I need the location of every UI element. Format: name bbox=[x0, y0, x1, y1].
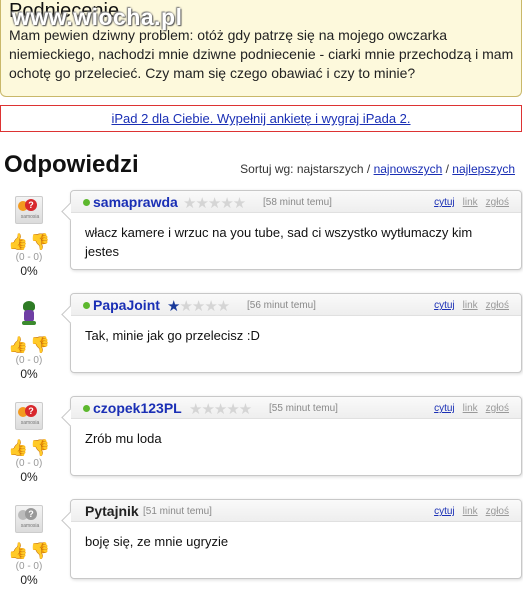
samosia-icon[interactable]: ? samosia bbox=[15, 196, 43, 224]
cite-link[interactable]: cytuj bbox=[434, 197, 455, 208]
sort-label: Sortuj wg: bbox=[240, 162, 294, 176]
permalink[interactable]: link bbox=[463, 300, 478, 311]
username: Pytajnik bbox=[85, 503, 139, 519]
sort-separator: / bbox=[363, 162, 374, 176]
answer-item: ? samosia 👍 👎 (0 - 0) 0% Pytajnik [51 min… bbox=[0, 499, 523, 591]
answer-header: PapaJoint ★★★★★ [56 minut temu] cytuj lin… bbox=[71, 294, 521, 316]
vote-buttons: 👍 👎 bbox=[8, 541, 50, 561]
answer-time: [55 minut temu] bbox=[269, 403, 338, 414]
thumb-down-icon[interactable]: 👎 bbox=[30, 232, 50, 252]
answer-header: samaprawda ★★★★★ [58 minut temu] cytuj li… bbox=[71, 191, 521, 213]
rating-stars-icon: ★★★★★ bbox=[189, 401, 252, 418]
answer-item: ? samosia 👍 👎 (0 - 0) 0% czopek123PL ★★★★… bbox=[0, 396, 523, 496]
samosia-gray-icon[interactable]: ? samosia bbox=[15, 505, 43, 533]
rating-stars-icon: ★★★★★ bbox=[183, 195, 246, 212]
answer-text: boję się, ze mnie ugryzie bbox=[85, 534, 229, 549]
ad-link[interactable]: iPad 2 dla Ciebie. Wypełnij ankietę i wy… bbox=[111, 111, 410, 126]
report-link[interactable]: zgłoś bbox=[486, 403, 509, 414]
pot-character-icon[interactable] bbox=[15, 299, 43, 327]
answer-time: [58 minut temu] bbox=[263, 197, 332, 208]
thumb-down-icon[interactable]: 👎 bbox=[30, 335, 50, 355]
report-link[interactable]: zgłoś bbox=[486, 197, 509, 208]
username-link[interactable]: PapaJoint bbox=[93, 297, 160, 313]
cite-link[interactable]: cytuj bbox=[434, 403, 455, 414]
vote-buttons: 👍 👎 bbox=[8, 438, 50, 458]
answer-text: Tak, minie jak go przelecisz :D bbox=[85, 328, 260, 343]
report-link[interactable]: zgłoś bbox=[486, 506, 509, 517]
cite-link[interactable]: cytuj bbox=[434, 300, 455, 311]
answer-text: włacz kamere i wrzuc na you tube, sad ci… bbox=[85, 225, 473, 259]
username-link[interactable]: samaprawda bbox=[93, 194, 178, 210]
vote-buttons: 👍 👎 bbox=[8, 232, 50, 252]
thumb-up-icon[interactable]: 👍 bbox=[8, 541, 28, 561]
answer-actions: cytuj link zgłoś bbox=[426, 300, 509, 311]
cite-link[interactable]: cytuj bbox=[434, 506, 455, 517]
online-status-icon bbox=[83, 405, 90, 412]
answer-actions: cytuj link zgłoś bbox=[426, 506, 509, 517]
answer-card: PapaJoint ★★★★★ [56 minut temu] cytuj lin… bbox=[70, 293, 522, 373]
answer-time: [56 minut temu] bbox=[247, 300, 316, 311]
sort-newest-link[interactable]: najnowszych bbox=[374, 162, 443, 176]
vote-percent: 0% bbox=[20, 470, 38, 484]
answer-card: samaprawda ★★★★★ [58 minut temu] cytuj li… bbox=[70, 190, 522, 270]
answer-header: Pytajnik [51 minut temu] cytuj link zgłoś bbox=[71, 500, 521, 522]
sort-oldest: najstarszych bbox=[296, 162, 364, 176]
vote-count: (0 - 0) bbox=[15, 355, 43, 366]
sort-separator: / bbox=[442, 162, 453, 176]
answer-actions: cytuj link zgłoś bbox=[426, 197, 509, 208]
answers-title: Odpowiedzi bbox=[4, 151, 139, 178]
thumb-up-icon[interactable]: 👍 bbox=[8, 335, 28, 355]
answer-time: [51 minut temu] bbox=[143, 506, 212, 517]
answer-text: Zrób mu loda bbox=[85, 431, 162, 446]
username-link[interactable]: czopek123PL bbox=[93, 400, 182, 416]
answer-header: czopek123PL ★★★★★ [55 minut temu] cytuj l… bbox=[71, 397, 521, 419]
online-status-icon bbox=[83, 302, 90, 309]
vote-count: (0 - 0) bbox=[15, 458, 43, 469]
permalink[interactable]: link bbox=[463, 506, 478, 517]
vote-count: (0 - 0) bbox=[15, 561, 43, 572]
rating-stars-icon: ★★★★★ bbox=[167, 298, 230, 315]
vote-count: (0 - 0) bbox=[15, 252, 43, 263]
answer-actions: cytuj link zgłoś bbox=[426, 403, 509, 414]
answer-card: czopek123PL ★★★★★ [55 minut temu] cytuj l… bbox=[70, 396, 522, 476]
vote-percent: 0% bbox=[20, 367, 38, 381]
vote-percent: 0% bbox=[20, 264, 38, 278]
answer-item: 👍 👎 (0 - 0) 0% PapaJoint ★★★★★ [56 minut… bbox=[0, 293, 523, 393]
thumb-down-icon[interactable]: 👎 bbox=[30, 541, 50, 561]
sort-best-link[interactable]: najlepszych bbox=[452, 162, 515, 176]
thumb-up-icon[interactable]: 👍 bbox=[8, 232, 28, 252]
permalink[interactable]: link bbox=[463, 403, 478, 414]
answer-item: ? samosia 👍 👎 (0 - 0) 0% samaprawda ★★★★★… bbox=[0, 190, 523, 290]
thumb-down-icon[interactable]: 👎 bbox=[30, 438, 50, 458]
ad-banner: iPad 2 dla Ciebie. Wypełnij ankietę i wy… bbox=[0, 105, 522, 132]
sort-options: Sortuj wg: najstarszych / najnowszych / … bbox=[240, 162, 515, 176]
online-status-icon bbox=[83, 199, 90, 206]
permalink[interactable]: link bbox=[463, 197, 478, 208]
watermark: www.wiocha.pl bbox=[12, 4, 183, 30]
samosia-icon[interactable]: ? samosia bbox=[15, 402, 43, 430]
vote-buttons: 👍 👎 bbox=[8, 335, 50, 355]
thumb-up-icon[interactable]: 👍 bbox=[8, 438, 28, 458]
vote-percent: 0% bbox=[20, 573, 38, 587]
report-link[interactable]: zgłoś bbox=[486, 300, 509, 311]
answer-card: Pytajnik [51 minut temu] cytuj link zgłoś … bbox=[70, 499, 522, 579]
question-body: Mam pewien dziwny problem: otóż gdy patr… bbox=[9, 27, 514, 81]
